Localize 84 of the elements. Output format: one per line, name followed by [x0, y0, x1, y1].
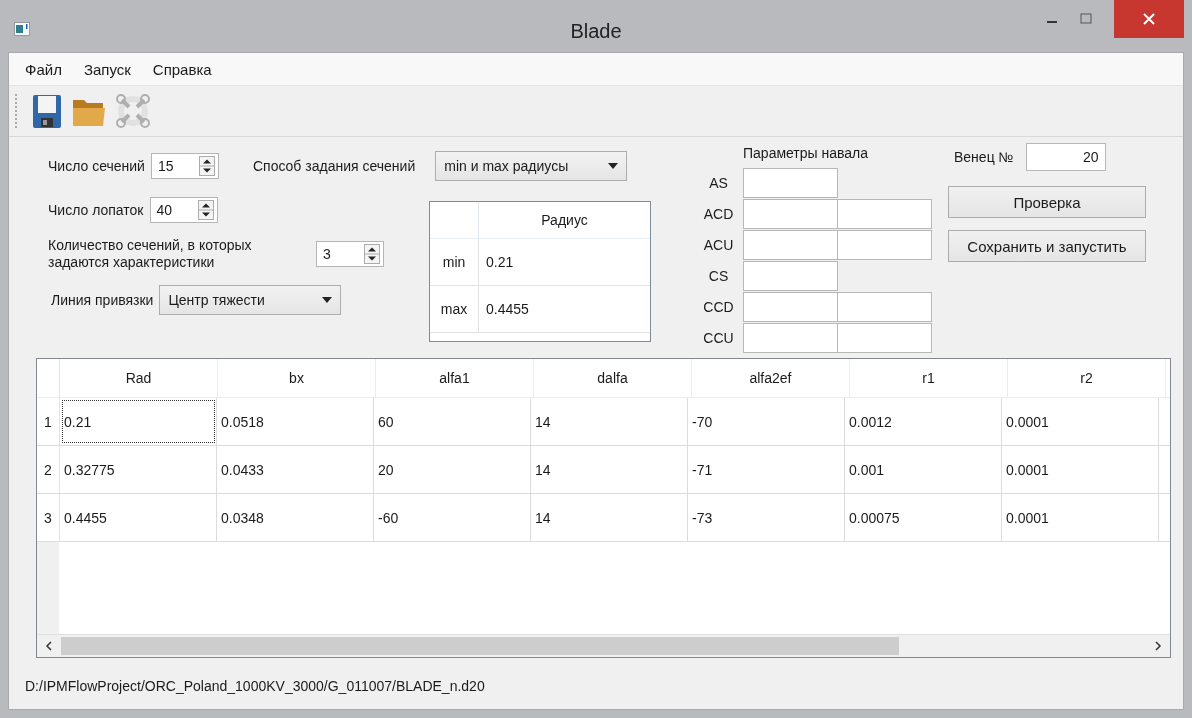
spin-box[interactable]: 3	[316, 241, 384, 267]
dropdown[interactable]: Центр тяжести	[159, 285, 342, 315]
input-field[interactable]	[743, 261, 838, 291]
table-cell[interactable]: -60	[374, 494, 531, 541]
input-field[interactable]	[837, 199, 932, 229]
horizontal-scrollbar[interactable]	[37, 634, 1170, 657]
table-cell[interactable]: 0.0518	[217, 398, 374, 445]
input-field[interactable]	[837, 292, 932, 322]
table-cell[interactable]: 0.00075	[845, 494, 1002, 541]
table-cell[interactable]: 0.0001	[1002, 494, 1159, 541]
field-label: ACD	[702, 205, 735, 222]
caret-icon	[608, 163, 619, 169]
menu-item[interactable]: Файл	[25, 60, 62, 78]
table-cell[interactable]: 0.0001	[1002, 398, 1159, 445]
push-button[interactable]: Проверка	[948, 186, 1146, 218]
table-cell[interactable]: 0.21	[479, 239, 650, 285]
caret-icon	[322, 297, 333, 303]
maximize-icon[interactable]	[1080, 13, 1092, 25]
field-label: Линия привязки	[51, 292, 154, 308]
status-text: D:/IPMFlowProject/ORC_Poland_1000KV_3000/G_011007/BLADE_n.d20	[25, 678, 486, 694]
toolbar-grip-icon	[15, 94, 18, 128]
row-header: min	[430, 239, 479, 285]
column-header[interactable]: dalfa	[534, 359, 692, 397]
table-cell[interactable]: 0.0433	[217, 446, 374, 493]
column-header[interactable]: r2	[1008, 359, 1166, 397]
input-field[interactable]	[743, 168, 838, 198]
table-cell[interactable]: 0.0012	[845, 398, 1002, 445]
close-icon	[1143, 13, 1155, 25]
table-cell[interactable]: 0.4455	[60, 494, 217, 541]
input-field[interactable]	[743, 292, 838, 322]
field-label: Венец №	[954, 149, 1014, 165]
table-cell[interactable]: 20	[374, 446, 531, 493]
app-icon	[14, 22, 30, 36]
column-header[interactable]: alfa2ef	[692, 359, 850, 397]
table-cell[interactable]: -70	[688, 398, 845, 445]
window-title: Blade	[570, 20, 622, 43]
row-header: max	[430, 286, 479, 332]
spin-arrows-icon[interactable]	[197, 200, 214, 220]
field-label: Способ задания сечений	[252, 158, 416, 174]
column-header[interactable]: bx	[218, 359, 376, 397]
table-cell[interactable]: 14	[531, 398, 688, 445]
table-cell[interactable]: 14	[531, 494, 688, 541]
spin-box[interactable]: 40	[149, 197, 218, 223]
input-field[interactable]: 20	[1025, 143, 1106, 171]
field-label: CCD	[702, 298, 735, 315]
dropdown[interactable]: min и max радиусы	[435, 151, 628, 181]
input-field[interactable]	[743, 230, 838, 260]
table-cell[interactable]: -71	[688, 446, 845, 493]
close-button[interactable]	[1114, 0, 1184, 38]
menu-item[interactable]: Запуск	[83, 60, 131, 78]
scrollbar-thumb[interactable]	[61, 637, 899, 655]
scroll-right-icon[interactable]	[1154, 641, 1162, 651]
table-cell[interactable]: 14	[531, 446, 688, 493]
column-header[interactable]: Rad	[60, 359, 218, 397]
field-label: CS	[707, 267, 730, 284]
scroll-left-icon[interactable]	[45, 641, 53, 651]
column-header: Радиус	[540, 211, 589, 230]
push-button[interactable]: Сохранить и запустить	[948, 230, 1146, 262]
spin-box[interactable]: 15	[150, 153, 219, 179]
input-field[interactable]	[837, 323, 932, 353]
save-icon[interactable]	[30, 92, 64, 130]
table-cell[interactable]: 0.0348	[217, 494, 374, 541]
field-label: Число сечений	[48, 158, 145, 174]
table-cell[interactable]: 0.32775	[60, 446, 217, 493]
input-field[interactable]	[837, 230, 932, 260]
table-cell[interactable]: 0.0001	[1002, 446, 1159, 493]
table-cell[interactable]: 0.21	[60, 398, 217, 445]
menu-item[interactable]: Справка	[152, 60, 212, 78]
input-field[interactable]	[743, 323, 838, 353]
table-cell[interactable]: 0.4455	[479, 286, 650, 332]
column-header[interactable]: alfa1	[376, 359, 534, 397]
field-label: AS	[708, 174, 729, 191]
table-cell[interactable]: 0.001	[845, 446, 1002, 493]
column-header[interactable]: r1	[850, 359, 1008, 397]
spin-arrows-icon[interactable]	[198, 156, 215, 176]
field-label: ACU	[702, 236, 735, 253]
group-label: Параметры навала	[743, 145, 870, 163]
field-label: Количество сечений, в которых задаются характеристики	[48, 237, 253, 271]
field-label: Число лопаток	[48, 202, 144, 218]
spin-arrows-icon[interactable]	[364, 244, 380, 264]
input-field[interactable]	[743, 199, 838, 229]
field-label: CCU	[702, 329, 735, 346]
table-cell[interactable]: 60	[374, 398, 531, 445]
table-cell[interactable]: -73	[688, 494, 845, 541]
